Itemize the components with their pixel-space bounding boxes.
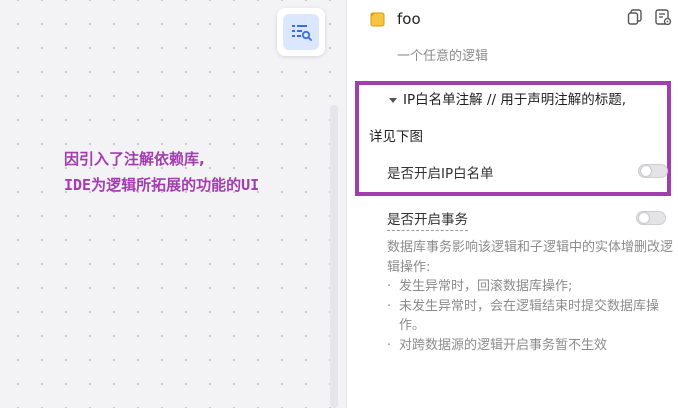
toggle-knob [641, 166, 651, 176]
transaction-description: 数据库事务影响该逻辑和子逻辑中的实体增删改逻辑操作: 发生异常时，回滚数据库操作… [387, 238, 677, 355]
header-actions [626, 8, 672, 26]
transaction-bullets: 发生异常时，回滚数据库操作; 未发生异常时，会在逻辑结束时提交数据库操作。 对跨… [387, 277, 677, 355]
transaction-label-text: 是否开启事务 [387, 212, 468, 231]
ip-whitelist-toggle[interactable] [638, 164, 668, 178]
transaction-desc-text: 数据库事务影响该逻辑和子逻辑中的实体增删改逻辑操作: [387, 240, 674, 275]
panel-description: 一个任意的逻辑 [397, 49, 489, 64]
list-item: 发生异常时，回滚数据库操作; [387, 277, 677, 297]
ip-section-title-line2: 详见下图 [369, 129, 423, 145]
transaction-toggle[interactable] [636, 211, 666, 225]
transaction-label: 是否开启事务 [387, 208, 468, 231]
list-search-icon [283, 14, 319, 50]
panel-title: foo [397, 10, 421, 28]
settings-doc-icon[interactable] [654, 8, 672, 26]
logic-canvas[interactable]: 因引入了注解依赖库, IDE为逻辑所拓展的功能的UI [0, 0, 345, 408]
annotation-line-1: 因引入了注解依赖库, [64, 150, 205, 168]
ip-section-title-line1: IP白名单注解 // 用于声明注解的标题, [403, 92, 627, 108]
search-tool-button[interactable] [277, 8, 325, 56]
caret-down-icon[interactable] [389, 98, 397, 103]
toggle-knob [639, 213, 649, 223]
ip-whitelist-label: 是否开启IP白名单 [387, 166, 494, 182]
logic-node-icon [369, 10, 387, 28]
property-panel: foo 一个任意的逻辑 IP白名单注解 // 用于声明注解的标题, 详见下图 是… [346, 0, 678, 408]
list-item: 对跨数据源的逻辑开启事务暂不生效 [387, 336, 677, 356]
canvas-scrollbar[interactable] [330, 105, 338, 408]
list-item: 未发生异常时，会在逻辑结束时提交数据库操作。 [387, 297, 677, 336]
ip-section-header[interactable]: IP白名单注解 // 用于声明注解的标题, [385, 90, 675, 110]
annotation-line-2: IDE为逻辑所拓展的功能的UI [64, 176, 260, 194]
panel-header: foo [369, 8, 421, 30]
annotation-text: 因引入了注解依赖库, IDE为逻辑所拓展的功能的UI [64, 146, 259, 198]
copy-icon[interactable] [626, 8, 644, 26]
